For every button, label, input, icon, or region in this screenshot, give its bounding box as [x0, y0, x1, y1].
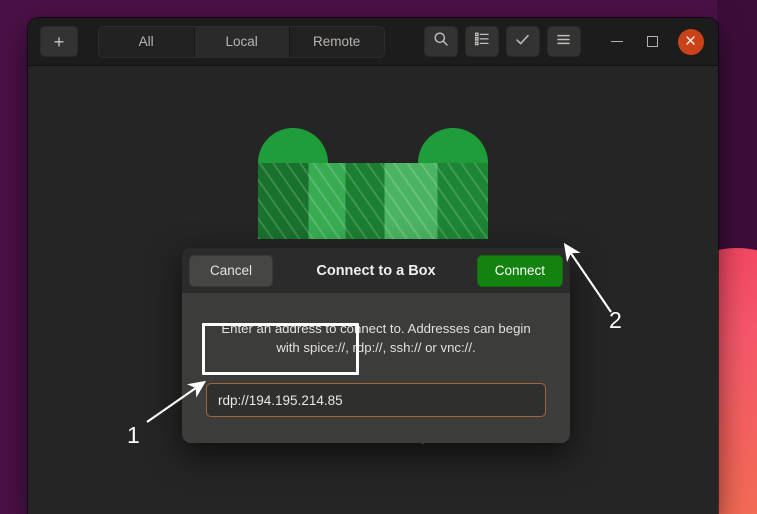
minimize-icon [610, 40, 623, 43]
maximize-icon [647, 36, 659, 47]
address-input[interactable]: rdp://194.195.214.85 [206, 383, 546, 418]
main-content: State of the art virtualization Boxes ca… [28, 66, 718, 514]
new-box-button[interactable]: + [40, 26, 78, 57]
cancel-button[interactable]: Cancel [189, 254, 274, 287]
headerbar: + All Local Remote [28, 18, 718, 66]
view-switcher: All Local Remote [97, 25, 385, 58]
connect-button[interactable]: Connect [476, 254, 563, 287]
list-icon [474, 31, 490, 52]
hamburger-icon [555, 31, 572, 53]
dialog-body: Enter an address to connect to. Addresse… [182, 293, 570, 444]
close-icon [685, 33, 696, 51]
plus-icon: + [53, 31, 65, 52]
window-controls [606, 28, 704, 55]
tab-all[interactable]: All [98, 26, 194, 57]
list-view-button[interactable] [464, 26, 499, 57]
dialog-description: Enter an address to connect to. Addresse… [221, 321, 531, 356]
headerbar-right-group [423, 26, 710, 57]
headerbar-tools [423, 26, 581, 57]
checkmark-icon [514, 31, 531, 53]
connect-to-a-box-dialog: Cancel Connect to a Box Connect Enter an… [182, 248, 570, 444]
tab-remote[interactable]: Remote [288, 26, 384, 57]
close-button[interactable] [677, 28, 704, 55]
select-button[interactable] [505, 26, 540, 57]
maximize-button[interactable] [642, 31, 664, 53]
menu-button[interactable] [546, 26, 581, 57]
boxes-application-window: + All Local Remote Cancel Connect to a B… [28, 18, 718, 514]
tab-local[interactable]: Local [193, 26, 289, 57]
artwork-bar-top [258, 163, 488, 239]
minimize-button[interactable] [606, 31, 628, 53]
search-icon [433, 31, 449, 52]
dialog-headerbar: Cancel Connect to a Box Connect [182, 248, 570, 293]
search-button[interactable] [423, 26, 458, 57]
